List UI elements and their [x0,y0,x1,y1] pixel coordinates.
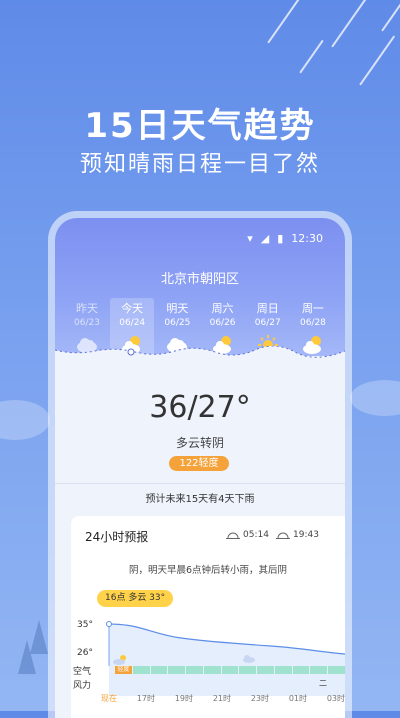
day-name: 昨天 [76,302,98,315]
hour-label: 03时 [326,694,345,703]
wind-row-label: 风力 [73,681,92,691]
sunrise-time: 05:14 [243,530,269,540]
hourly-title: 24小时预报 [85,530,149,544]
hour-label: 21时 [212,694,231,703]
high-temp-label: 35° [77,620,93,630]
aqi-cell [274,666,292,674]
day-name: 周日 [256,302,279,315]
aqi-cell [221,666,239,674]
tree-decoration [18,640,36,674]
temperature-wave [55,346,345,360]
day-name: 明天 [166,302,189,315]
day-name: 今天 [121,302,144,315]
hour-label: 现在 [101,694,117,703]
aqi-cell [132,666,150,674]
rain-summary: 预计未来15天有4天下雨 [145,494,255,505]
aqi-cell [328,666,345,674]
cloud-decoration [0,400,50,440]
sunrise-icon [226,532,240,539]
weather-description: 多云转阴 [175,436,224,450]
hour-label: 19时 [174,694,193,703]
aqi-badge[interactable]: 122轻度 [169,456,229,471]
status-bar: ▾ ◢ ▮ 12:30 [247,232,323,245]
aqi-cell [150,666,168,674]
battery-icon: ▮ [277,232,284,245]
city-name[interactable]: 北京市朝阳区 [55,268,345,287]
aqi-cell [257,666,274,674]
sunrise: 05:14 [226,530,269,540]
cloud-decoration [350,380,400,416]
hourly-temperature-chart [106,621,345,696]
forecast-text: 阴，明天早晨6点钟后转小雨，其后阴 [128,565,288,576]
wifi-icon: ▾ [247,232,253,245]
aqi-cell [310,666,328,674]
day-date: 06/23 [74,318,100,328]
day-date: 06/26 [209,318,236,328]
sunset: 19:43 [276,530,319,540]
hourly-tooltip: 16点 多云 33° [97,590,174,607]
status-time: 12:30 [291,232,323,245]
sunset-icon [276,532,290,539]
day-date: 06/27 [254,318,281,328]
signal-icon: ◢ [260,232,270,245]
day-date: 06/25 [164,318,191,328]
day-date: 06/28 [299,318,326,328]
rain-streak [331,0,379,48]
hour-axis: 现在 17时 19时 21时 23时 01时 03时 [101,693,345,704]
sunset-time: 19:43 [293,530,319,540]
aqi-cell [292,666,310,674]
aqi-strip: 轻度 [115,666,345,674]
day-name: 周六 [211,302,234,315]
aqi-cell [203,666,221,674]
rain-streak [267,0,304,44]
low-temp-label: 26° [77,648,93,658]
aqi-cell [168,666,186,674]
phone-mockup: ▾ ◢ ▮ 12:30 北京市朝阳区 昨天 06/23 今天 06/24 明天 … [55,218,345,718]
day-date: 06/24 [119,318,146,328]
rain-streak [381,0,400,32]
aqi-cell [186,666,203,674]
aqi-cell: 轻度 [115,666,132,674]
hour-label: 17时 [136,694,155,703]
current-temperature: 36/27° [149,390,251,425]
rain-streak [299,39,324,74]
day-name: 周一 [301,302,324,315]
hero-title: 15日天气趋势 [84,106,316,146]
hour-label: 01时 [288,694,307,703]
wind-value: 二 [319,679,327,688]
hero-subtitle: 预知晴雨日程一目了然 [79,152,320,177]
divider [55,483,345,484]
hour-label: 23时 [250,694,269,703]
aqi-row-label: 空气 [73,667,92,677]
aqi-cell [239,666,257,674]
hourly-forecast-card: 24小时预报 05:14 19:43 阴，明天早晨6点钟后转小雨，其后阴 16点… [71,516,345,718]
rain-streak [359,35,396,86]
weather-header: ▾ ◢ ▮ 12:30 北京市朝阳区 昨天 06/23 今天 06/24 明天 … [55,218,345,360]
